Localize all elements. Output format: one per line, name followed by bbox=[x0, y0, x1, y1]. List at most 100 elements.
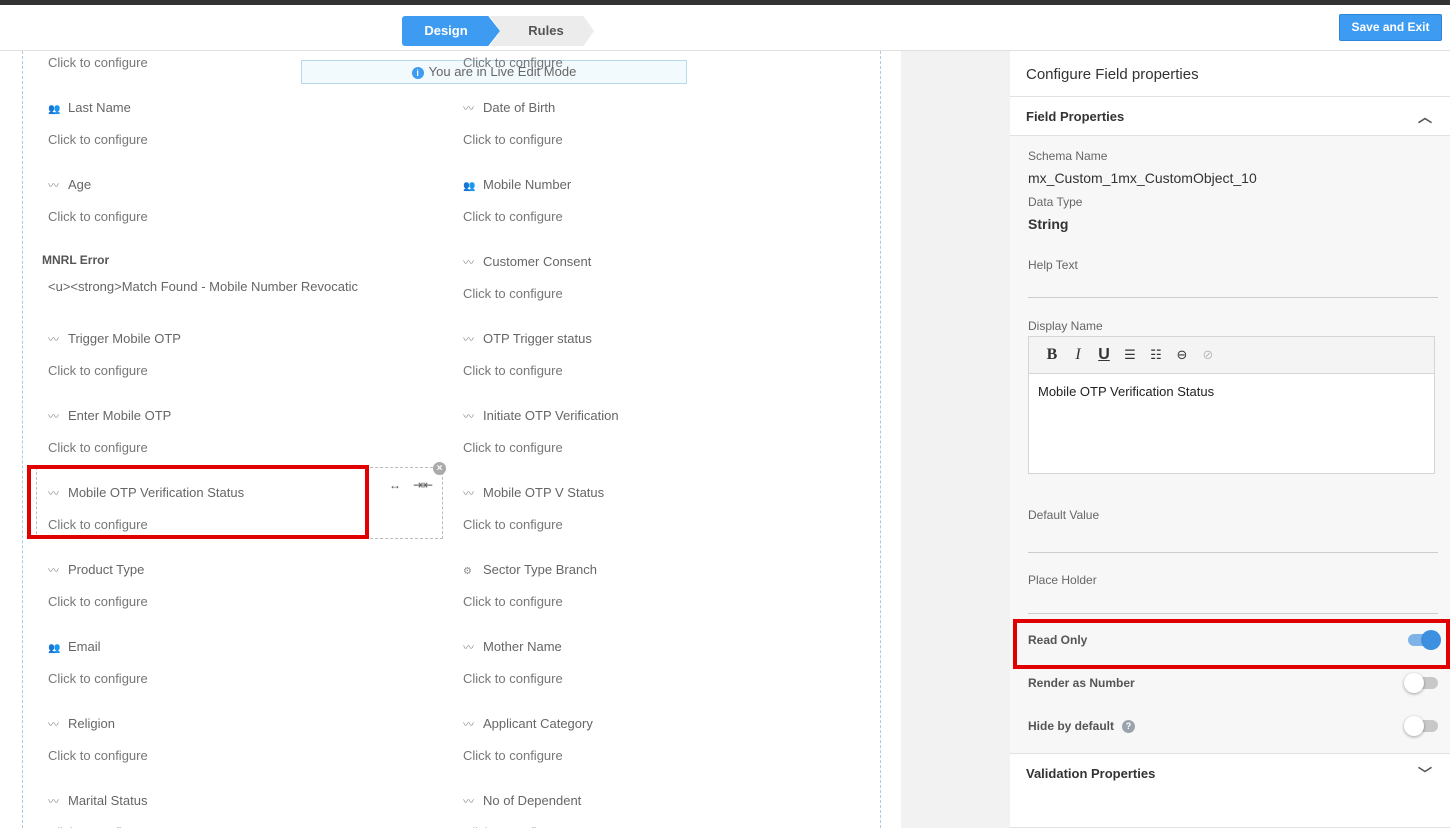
remove-field-icon[interactable]: × bbox=[433, 462, 446, 475]
field-configure-text[interactable]: Click to configure bbox=[463, 748, 563, 763]
field-configure-text[interactable]: Click to configure bbox=[463, 440, 563, 455]
canvas-dashed-border-right bbox=[880, 51, 881, 828]
form-field[interactable]: 〰Marital StatusClick to configure bbox=[48, 793, 428, 828]
field-label: 〰 Religion bbox=[48, 716, 115, 732]
field-label: 〰 OTP Trigger status bbox=[463, 331, 592, 347]
highlight-selected-field bbox=[27, 465, 369, 539]
validation-properties-title: Validation Properties bbox=[1026, 766, 1156, 781]
field-properties-header[interactable]: Field Properties ︿ bbox=[1010, 97, 1450, 136]
field-configure-text[interactable]: Click to configure bbox=[48, 440, 148, 455]
field-label-text: Mother Name bbox=[483, 639, 562, 654]
pulse-icon: 〰 bbox=[463, 334, 474, 346]
field-configure-text[interactable]: Click to configure bbox=[463, 286, 563, 301]
form-field[interactable]: 〰 Age Click to configure bbox=[48, 177, 428, 247]
field-label-text: Customer Consent bbox=[483, 254, 592, 269]
field-label: 👥 Email bbox=[48, 639, 101, 654]
shrink-width-icon[interactable]: ⇥⇤ bbox=[413, 478, 433, 492]
field-configure-text[interactable]: Click to configure bbox=[48, 363, 148, 378]
header-bar: Rules Design Save and Exit bbox=[0, 5, 1450, 51]
field-configure-text[interactable]: Click to configure bbox=[463, 132, 563, 147]
form-field[interactable]: 👥 Email Click to configure bbox=[48, 639, 428, 709]
field-label-text: Last Name bbox=[68, 100, 131, 115]
field-label: 〰 Trigger Mobile OTP bbox=[48, 331, 181, 347]
form-field[interactable]: 〰 Mother Name Click to configure bbox=[463, 639, 843, 709]
chevron-up-icon[interactable]: ︿ bbox=[1418, 107, 1432, 127]
form-field[interactable]: 〰No of DependentClick to configure bbox=[463, 793, 843, 828]
field-label: 〰 Initiate OTP Verification bbox=[463, 408, 619, 424]
hide-default-label: Hide by default bbox=[1028, 719, 1115, 733]
pulse-icon: 〰 bbox=[48, 411, 59, 423]
validation-properties-header[interactable]: Validation Properties ﹀ bbox=[1010, 753, 1450, 828]
link-icon[interactable]: ⊖ bbox=[1171, 343, 1193, 367]
form-field[interactable]: ⚙ Sector Type Branch Click to configure bbox=[463, 562, 843, 632]
expand-width-icon[interactable]: ↔ bbox=[389, 478, 401, 492]
editor-toolbar: B I U ☰ ☷ ⊖ ⊘ bbox=[1029, 337, 1434, 374]
field-configure-text[interactable]: Click to configure bbox=[463, 594, 563, 609]
properties-panel: Configure Field properties Field Propert… bbox=[1010, 51, 1450, 828]
data-type-value: String bbox=[1028, 216, 1069, 232]
pulse-icon: 〰 bbox=[463, 411, 474, 423]
placeholder-input[interactable] bbox=[1028, 586, 1438, 614]
form-field[interactable]: 〰 Applicant Category Click to configure bbox=[463, 716, 843, 786]
field-configure-text[interactable]: Click to configure bbox=[48, 55, 148, 70]
field-label: 〰 Marital Status bbox=[48, 793, 147, 809]
form-field[interactable]: 〰 Mobile OTP V Status Click to configure bbox=[463, 485, 843, 555]
pulse-icon: 〰 bbox=[48, 180, 59, 192]
form-field[interactable]: 👥 Mobile Number Click to configure bbox=[463, 177, 843, 247]
pulse-icon: 〰 bbox=[48, 796, 59, 808]
form-field[interactable]: 〰 Customer Consent Click to configure bbox=[463, 254, 843, 324]
field-label: 〰 Mother Name bbox=[463, 639, 562, 655]
display-name-text[interactable]: Mobile OTP Verification Status bbox=[1029, 374, 1434, 409]
step-design[interactable]: Design bbox=[402, 16, 500, 46]
hierarchy-icon: ⚙ bbox=[463, 566, 472, 577]
default-value-label: Default Value bbox=[1028, 508, 1100, 522]
field-label-text: Initiate OTP Verification bbox=[483, 408, 619, 423]
underline-icon[interactable]: U bbox=[1093, 343, 1115, 367]
field-configure-text[interactable]: Click to configure bbox=[463, 363, 563, 378]
field-configure-text[interactable]: Click to configure bbox=[48, 209, 148, 224]
field-label-text: Mobile Number bbox=[483, 177, 572, 192]
field-configure-text[interactable]: Click to configure bbox=[463, 671, 563, 686]
help-icon[interactable]: ? bbox=[1122, 720, 1136, 733]
field-configure-text[interactable]: Click to configure bbox=[463, 209, 563, 224]
bold-icon[interactable]: B bbox=[1041, 343, 1063, 367]
schema-name-label: Schema Name bbox=[1028, 149, 1108, 163]
field-configure-text[interactable]: Click to configure bbox=[48, 748, 148, 763]
field-configure-text[interactable]: Click to configure bbox=[48, 132, 148, 147]
field-configure-text[interactable]: Click to configure bbox=[463, 55, 563, 70]
help-text-input[interactable] bbox=[1028, 270, 1438, 298]
render-number-toggle[interactable] bbox=[1404, 673, 1438, 693]
default-value-input[interactable] bbox=[1028, 525, 1438, 553]
field-configure-text[interactable]: Click to configure bbox=[48, 671, 148, 686]
form-field[interactable]: 👥 Last Name Click to configure bbox=[48, 100, 428, 170]
field-configure-text[interactable]: Click to configure bbox=[463, 517, 563, 532]
bullet-list-icon[interactable]: ☷ bbox=[1145, 343, 1167, 367]
field-label: 〰 Customer Consent bbox=[463, 254, 591, 270]
field-label-text: No of Dependent bbox=[483, 793, 582, 808]
form-field[interactable]: 〰 Trigger Mobile OTP Click to configure bbox=[48, 331, 428, 401]
pulse-icon: 〰 bbox=[463, 719, 474, 731]
ordered-list-icon[interactable]: ☰ bbox=[1119, 343, 1141, 367]
field-label: 〰 Applicant Category bbox=[463, 716, 593, 732]
italic-icon[interactable]: I bbox=[1067, 343, 1089, 367]
step-rules[interactable]: Rules bbox=[490, 16, 594, 46]
unlink-icon[interactable]: ⊘ bbox=[1197, 343, 1219, 367]
form-field[interactable]: Click to configure bbox=[48, 51, 428, 93]
field-label-text: Product Type bbox=[68, 562, 145, 577]
field-label: 〰 Product Type bbox=[48, 562, 144, 578]
toggle-knob bbox=[1404, 716, 1424, 736]
field-label-text: Email bbox=[68, 639, 101, 654]
field-label: 〰 Mobile OTP V Status bbox=[463, 485, 604, 501]
form-field[interactable]: Click to configure bbox=[463, 51, 843, 93]
chevron-down-icon[interactable]: ﹀ bbox=[1418, 764, 1432, 784]
hide-default-toggle[interactable] bbox=[1404, 716, 1438, 736]
save-and-exit-button[interactable]: Save and Exit bbox=[1339, 14, 1442, 41]
pulse-icon: 〰 bbox=[48, 719, 59, 731]
form-field[interactable]: 〰 Religion Click to configure bbox=[48, 716, 428, 786]
form-field[interactable]: 〰 Date of Birth Click to configure bbox=[463, 100, 843, 170]
form-field[interactable]: 〰 Initiate OTP Verification Click to confi… bbox=[463, 408, 843, 478]
field-configure-text[interactable]: Click to configure bbox=[48, 594, 148, 609]
form-field[interactable]: 〰 Product Type Click to configure bbox=[48, 562, 428, 632]
form-field[interactable]: 〰 OTP Trigger status Click to configure bbox=[463, 331, 843, 401]
people-icon: 👥 bbox=[48, 643, 61, 654]
